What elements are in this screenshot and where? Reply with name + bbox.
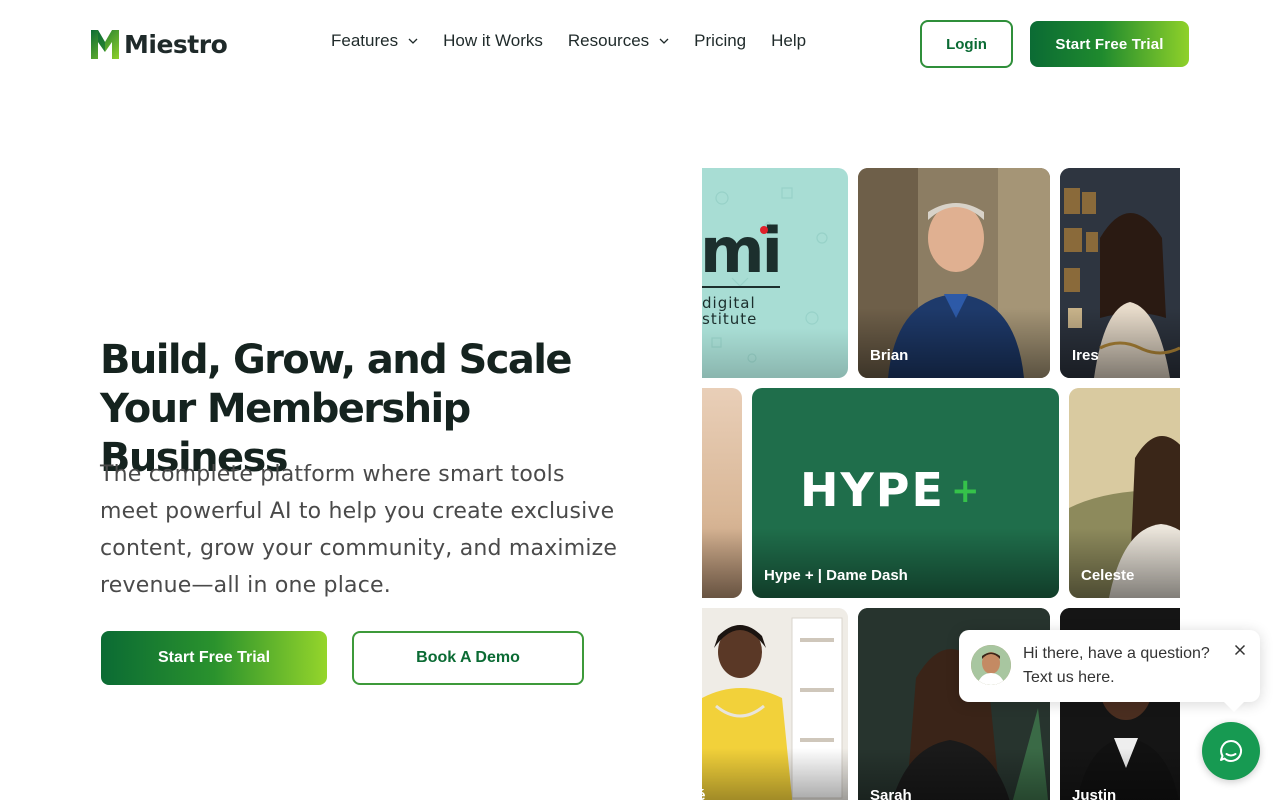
hype-logo: HYPE + [800,464,981,521]
nav-pricing[interactable]: Pricing [694,31,746,51]
creator-card-brian[interactable]: Brian [858,168,1050,378]
creator-name: Ires [1072,347,1099,364]
creator-name: dé [702,787,706,800]
creator-name: Sarah [870,787,912,800]
creator-gallery: mi digital stitute Brian Ires HYPE + Hyp… [702,168,1180,800]
start-free-trial-header-button[interactable]: Start Free Trial [1030,21,1189,67]
logo-underline [702,286,780,288]
chat-tail [1222,700,1246,712]
logo-mi: mi [702,214,783,287]
hype-logo-text: HYPE [800,463,945,517]
nav-resources-label: Resources [567,31,650,50]
creator-name: Celeste [1081,567,1135,584]
creator-card-digital-institute[interactable]: mi digital stitute [702,168,848,378]
creator-name: Hype + | Dame Dash [764,567,908,584]
logo-dot [760,226,768,234]
logo-stitute: stitute [702,310,758,328]
nav-resources[interactable]: Resources [568,31,669,51]
chat-message: Hi there, have a question? Text us here. [1023,645,1210,686]
agent-avatar [971,645,1011,685]
hype-logo-plus: + [950,471,982,511]
chevron-down-icon [408,38,418,44]
logo[interactable]: Miestro [90,28,228,60]
nav-features-label: Features [331,31,399,50]
chat-launcher-button[interactable] [1202,722,1260,780]
creator-name: Brian [870,347,909,364]
nav-pricing-label: Pricing [694,31,747,50]
creator-card-hype-dame-dash[interactable]: HYPE + Hype + | Dame Dash [752,388,1059,598]
creator-card-celeste[interactable]: Celeste [1069,388,1180,598]
close-icon[interactable] [1232,642,1248,658]
chat-prompt[interactable]: Hi there, have a question? Text us here. [959,630,1260,702]
chat-icon [1220,740,1243,762]
main-nav: Features How it Works Resources Pricing … [331,31,806,51]
avatar-image [971,645,1011,685]
hero-subtitle: The complete platform where smart tools … [100,462,618,598]
creator-card-row3-left[interactable]: dé [702,608,848,800]
nav-how-it-works[interactable]: How it Works [443,31,543,51]
logo-text: Miestro [124,29,228,59]
start-free-trial-button[interactable]: Start Free Trial [101,631,327,685]
book-demo-button[interactable]: Book A Demo [352,631,584,685]
creator-card-ires[interactable]: Ires [1060,168,1180,378]
miestro-logo-icon [91,30,119,59]
nav-help-label: Help [771,31,807,50]
site-header: Miestro Features How it Works Resources … [0,0,1280,86]
login-button[interactable]: Login [920,20,1013,68]
nav-how-it-works-label: How it Works [443,31,543,50]
creator-name: Justin [1072,787,1117,800]
chevron-down-icon [659,38,669,44]
creator-card-row2-left[interactable] [702,388,742,598]
nav-features[interactable]: Features [331,31,418,51]
nav-help[interactable]: Help [771,31,806,51]
